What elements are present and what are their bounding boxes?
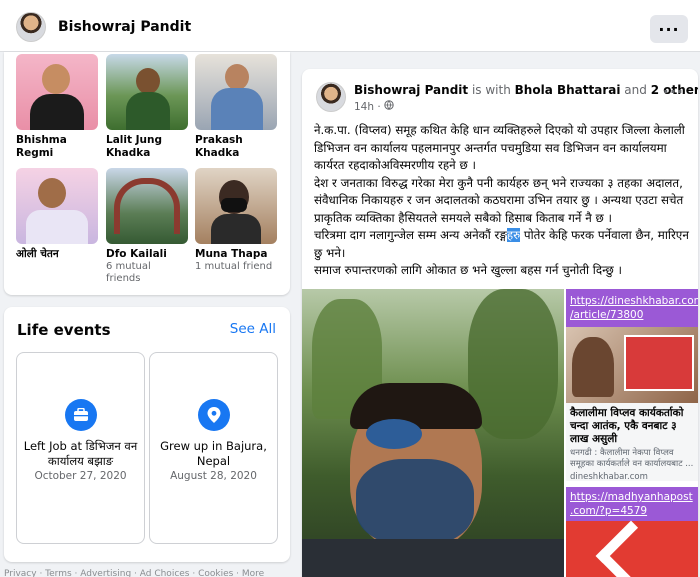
post-time[interactable]: 14h ·	[354, 101, 381, 113]
link-description: धनगढी : कैलालीमा नेकपा विप्लव समूहका कार…	[570, 448, 694, 469]
link-thumbnail	[566, 327, 698, 403]
profile-header-bar: Bishowraj Pandit ···	[0, 0, 700, 52]
post-author-avatar[interactable]	[316, 82, 346, 112]
post-paragraph: समाज रुपान्तरणको लागि ओकात छ भने खुल्ला …	[314, 263, 622, 277]
link-title[interactable]: कैलालीमा विप्लव कार्यकर्ताको चन्दा आतंक,…	[566, 403, 698, 448]
life-event-item[interactable]: Grew up in Bajura, Nepal August 28, 2020	[149, 352, 278, 544]
link-preview-card[interactable]: https://madhyanhapost .com/?p=4579	[566, 487, 698, 577]
post-paragraph: देश र जनताका विरुद्ध गरेका मेरा कुनै पनी…	[314, 175, 684, 225]
friend-tile[interactable]: Lalit Jung Khadka	[106, 54, 188, 160]
profile-avatar[interactable]	[16, 12, 46, 42]
life-event-item[interactable]: Left Job at डिभिजन वन कार्यालय बझाङ Octo…	[16, 352, 145, 544]
friend-tile[interactable]: Dfo Kailali 6 mutual friends	[106, 168, 188, 285]
life-events-card: Life events See All Left Job at डिभिजन व…	[4, 307, 290, 562]
friend-mutual: 1 mutual friend	[195, 261, 273, 272]
life-event-date: August 28, 2020	[170, 470, 257, 482]
life-event-date: October 27, 2020	[34, 470, 127, 482]
life-events-title: Life events	[17, 321, 111, 339]
location-pin-icon	[197, 399, 230, 431]
friend-photo[interactable]	[106, 54, 188, 130]
link-url[interactable]: https://dineshkhabar.com /article/73800	[566, 289, 698, 327]
link-domain: dineshkhabar.com	[570, 472, 648, 482]
friend-tile[interactable]: Muna Thapa 1 mutual friend	[195, 168, 277, 273]
more-options-button[interactable]: ···	[650, 15, 688, 43]
link-url[interactable]: https://madhyanhapost .com/?p=4579	[566, 487, 698, 521]
friend-tile[interactable]: Prakash Khadka	[195, 54, 277, 160]
friend-tile[interactable]: ओली चेतन	[16, 168, 98, 261]
post-tagged-person[interactable]: Bhola Bhattarai	[515, 83, 621, 97]
paragraph-text: चरित्रमा दाग नलागुन्जेल सम्म अन्य अनेकौं…	[314, 228, 507, 242]
friends-card: Bhishma Regmi Lalit Jung Khadka Prakash …	[4, 52, 290, 295]
friend-name[interactable]: Dfo Kailali	[106, 248, 188, 261]
friend-name[interactable]: Prakash Khadka	[195, 134, 277, 160]
life-event-title: Grew up in Bajura, Nepal	[160, 439, 267, 468]
link-thumbnail	[566, 520, 698, 577]
friend-photo[interactable]	[106, 168, 188, 244]
friend-photo[interactable]	[16, 54, 98, 130]
briefcase-icon	[64, 399, 97, 431]
post-with-text: is with	[471, 83, 511, 97]
friend-mutual: 6 mutual friends	[106, 261, 151, 284]
post-options-icon[interactable]: ···	[663, 82, 684, 101]
globe-icon	[384, 100, 394, 113]
footer-links[interactable]: Privacy · Terms · Advertising · Ad Choic…	[4, 569, 290, 577]
friend-photo[interactable]	[195, 168, 277, 244]
link-preview-card[interactable]: https://dineshkhabar.com /article/73800 …	[566, 289, 698, 482]
friend-name[interactable]: Muna Thapa	[195, 248, 277, 261]
life-event-title: Left Job at डिभिजन वन कार्यालय बझाङ	[23, 439, 138, 468]
post-meta: 14h ·	[354, 100, 394, 113]
friend-name[interactable]: ओली चेतन	[16, 248, 98, 261]
post-main-photo[interactable]	[302, 289, 564, 577]
friend-photo[interactable]	[16, 168, 98, 244]
post-card: Bishowraj Pandit is with Bhola Bhattarai…	[302, 69, 698, 577]
highlighted-text: हरु	[506, 228, 521, 242]
friend-name[interactable]: Bhishma Regmi	[16, 134, 98, 160]
friend-name[interactable]: Lalit Jung Khadka	[106, 134, 188, 160]
post-and-text: and	[624, 83, 647, 97]
post-paragraph: ने.क.पा. (विप्लव) समूह कथित केहि धान व्य…	[314, 123, 685, 172]
post-header: Bishowraj Pandit is with Bhola Bhattarai…	[354, 83, 698, 97]
post-paragraph-highlighted: चरित्रमा दाग नलागुन्जेल सम्म अन्य अनेकौं…	[314, 227, 690, 262]
friend-photo[interactable]	[195, 54, 277, 130]
friend-tile[interactable]: Bhishma Regmi	[16, 54, 98, 160]
profile-name[interactable]: Bishowraj Pandit	[58, 19, 191, 35]
post-author[interactable]: Bishowraj Pandit	[354, 83, 468, 97]
see-all-link[interactable]: See All	[230, 321, 276, 337]
post-body: ने.क.पा. (विप्लव) समूह कथित केहि धान व्य…	[314, 122, 690, 280]
